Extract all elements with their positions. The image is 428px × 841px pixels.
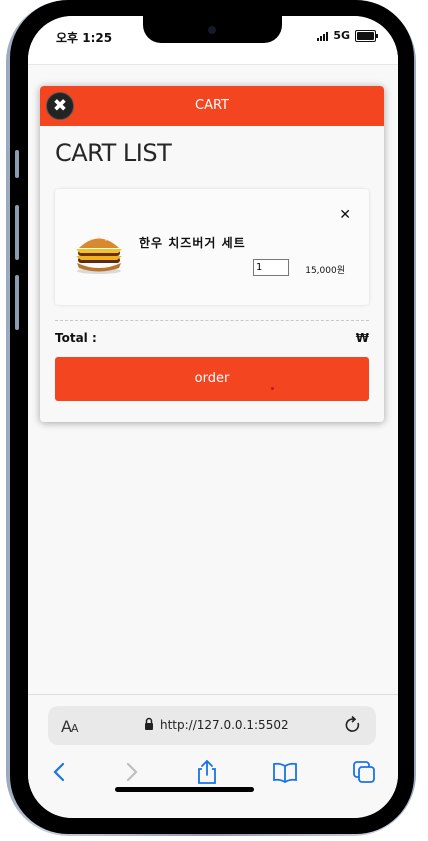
browser-toolbar: AA http://127.0.0.1:5502: [28, 694, 398, 818]
cursor-marker: [271, 387, 274, 390]
browser-nav: [28, 759, 398, 789]
order-button[interactable]: order: [55, 357, 369, 401]
volume-up-button: [15, 205, 19, 260]
volume-down-button: [15, 275, 19, 330]
item-name: 한우 치즈버거 세트: [139, 236, 246, 250]
front-camera: [208, 26, 216, 34]
url-text: http://127.0.0.1:5502: [160, 718, 289, 732]
forward-icon[interactable]: [119, 759, 145, 785]
share-icon[interactable]: [194, 759, 220, 785]
tabs-icon[interactable]: [351, 759, 377, 785]
total-divider: [55, 320, 369, 321]
home-indicator[interactable]: [115, 787, 254, 792]
signal-icon: [317, 31, 329, 41]
cart-item: 한우 치즈버거 세트 ✕ 15,000원: [55, 189, 369, 305]
address-bar[interactable]: AA http://127.0.0.1:5502: [48, 706, 376, 745]
text-size-button[interactable]: AA: [61, 717, 78, 736]
status-time: 오후 1:25: [56, 31, 113, 45]
burger-image: [76, 236, 122, 274]
total-label: Total :: [55, 331, 97, 345]
reload-icon[interactable]: [344, 715, 362, 735]
total-value: ₩: [355, 331, 369, 345]
close-icon[interactable]: ✖: [46, 92, 74, 120]
phone-screen: 오후 1:25 5G CART ✖ CART LIST 한우 치즈버거 세트 ✕…: [28, 16, 398, 818]
header-divider: [28, 64, 398, 65]
notch: [143, 16, 282, 43]
battery-icon: [355, 29, 378, 42]
back-icon[interactable]: [46, 759, 72, 785]
network-label: 5G: [333, 29, 350, 42]
lock-icon: [145, 717, 153, 730]
close-icon[interactable]: ✕: [339, 207, 351, 223]
item-price: 15,000원: [305, 266, 345, 276]
cart-list-title: CART LIST: [55, 139, 172, 167]
cart-modal-header: CART: [40, 86, 384, 126]
quantity-input[interactable]: [253, 259, 289, 276]
status-indicators: 5G: [317, 29, 378, 42]
mute-switch: [15, 150, 19, 178]
cart-modal: CART ✖ CART LIST 한우 치즈버거 세트 ✕ 15,000원: [40, 86, 384, 422]
status-bar: 오후 1:25 5G: [28, 16, 398, 64]
cart-header-title: CART: [195, 98, 229, 113]
bookmarks-icon[interactable]: [272, 759, 298, 785]
